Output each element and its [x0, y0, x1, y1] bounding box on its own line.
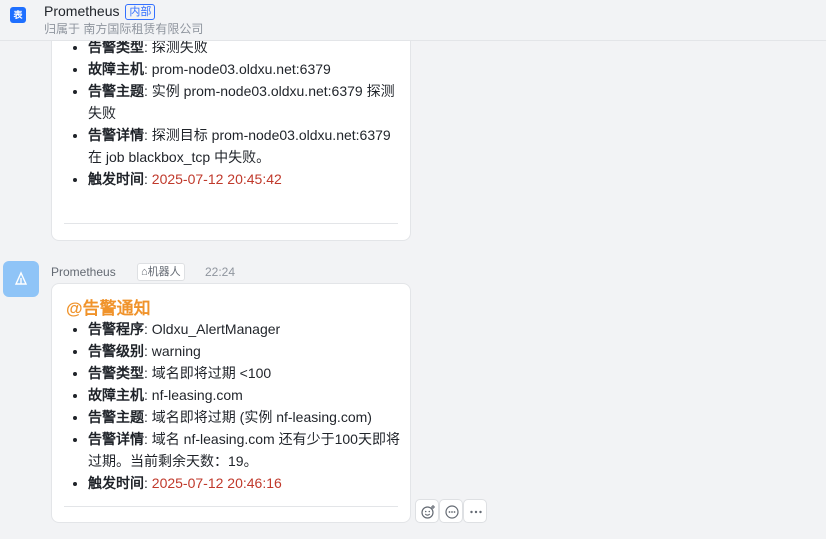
message-card-1: 告警类型: 探测失败 故障主机: prom-node03.oldxu.net:6…: [51, 20, 411, 241]
bot-tag-label: 机器人: [147, 266, 181, 278]
field-separator: :: [144, 171, 152, 187]
field-label: 告警主题: [88, 83, 144, 99]
alert-field: 告警详情: 域名 nf-leasing.com 还有少于100天即将过期。当前剩…: [88, 428, 400, 472]
field-label: 告警程序: [88, 321, 144, 337]
chat-title-text: Prometheus: [44, 3, 120, 19]
alert-field: 告警类型: 域名即将过期 <100: [88, 362, 400, 384]
add-reaction-button[interactable]: [415, 499, 439, 523]
field-value: nf-leasing.com: [151, 387, 243, 403]
field-separator: :: [144, 431, 152, 447]
field-value: Oldxu_AlertManager: [151, 321, 281, 337]
alert-field: 故障主机: nf-leasing.com: [88, 384, 400, 406]
field-label: 触发时间: [88, 171, 144, 187]
field-separator: :: [144, 83, 152, 99]
field-separator: :: [144, 39, 152, 55]
field-separator: :: [144, 409, 152, 425]
field-separator: :: [144, 127, 152, 143]
app-icon[interactable]: 表: [10, 7, 26, 23]
robot-tag-icon: ⌂: [141, 266, 148, 278]
alert-field: 触发时间: 2025-07-12 20:45:42: [88, 168, 400, 190]
field-value: warning: [151, 343, 201, 359]
trigger-time-value: 2025-07-12 20:45:42: [151, 171, 282, 187]
field-separator: :: [144, 343, 152, 359]
trigger-time-value: 2025-07-12 20:46:16: [151, 475, 282, 491]
field-label: 触发时间: [88, 475, 144, 491]
message-card-2: @告警通知 告警程序: Oldxu_AlertManager 告警级别: war…: [51, 283, 411, 523]
field-label: 告警级别: [88, 343, 144, 359]
chat-header: 表 Prometheus 内部 归属于 南方国际租赁有限公司: [0, 0, 826, 41]
field-label: 故障主机: [88, 387, 144, 403]
alert-field: 告警级别: warning: [88, 340, 400, 362]
sender-name[interactable]: Prometheus: [51, 265, 116, 279]
field-separator: :: [144, 365, 152, 381]
field-value: prom-node03.oldxu.net:6379: [151, 61, 331, 77]
field-label: 告警主题: [88, 409, 144, 425]
field-value: 域名即将过期 <100: [151, 365, 272, 381]
internal-badge: 内部: [125, 4, 156, 20]
alert-field: 故障主机: prom-node03.oldxu.net:6379: [88, 58, 400, 80]
chat-title[interactable]: Prometheus 内部: [44, 3, 156, 20]
robot-icon: [14, 271, 28, 285]
more-button[interactable]: [463, 499, 487, 523]
field-label: 故障主机: [88, 61, 144, 77]
chat-subtitle: 归属于 南方国际租赁有限公司: [44, 22, 204, 36]
field-value: 探测失败: [151, 39, 208, 55]
more-icon: [470, 510, 482, 514]
reply-button[interactable]: [439, 499, 463, 523]
avatar[interactable]: [3, 261, 39, 297]
field-label: 告警详情: [88, 127, 144, 143]
alert-field: 告警主题: 实例 prom-node03.oldxu.net:6379 探测失败: [88, 80, 400, 124]
card-divider: [64, 223, 398, 224]
alert-field: 告警详情: 探测目标 prom-node03.oldxu.net:6379 在 …: [88, 124, 400, 168]
field-label: 告警详情: [88, 431, 144, 447]
field-value: 域名即将过期 (实例 nf-leasing.com): [151, 409, 372, 425]
alert-field: 告警程序: Oldxu_AlertManager: [88, 318, 400, 340]
notify-title[interactable]: @告警通知: [66, 294, 151, 319]
bot-tag: ⌂机器人: [137, 263, 185, 281]
field-separator: :: [144, 61, 152, 77]
message-time: 22:24: [205, 265, 236, 279]
alert-field: 触发时间: 2025-07-12 20:46:16: [88, 472, 400, 494]
field-label: 告警类型: [88, 39, 144, 55]
reply-icon: [445, 505, 459, 519]
field-separator: :: [144, 475, 152, 491]
field-separator: :: [144, 321, 152, 337]
field-separator: :: [144, 387, 152, 403]
card-divider: [64, 506, 398, 507]
field-label: 告警类型: [88, 365, 144, 381]
alert-field: 告警主题: 域名即将过期 (实例 nf-leasing.com): [88, 406, 400, 428]
add-reaction-icon: [421, 505, 435, 519]
